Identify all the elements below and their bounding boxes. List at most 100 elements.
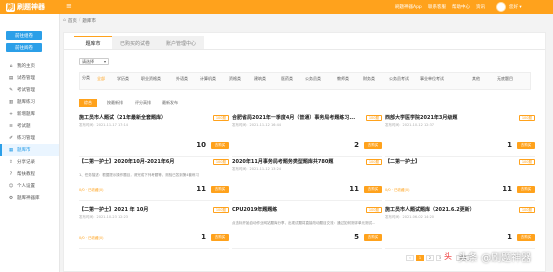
- sort-tab[interactable]: 评分高排: [131, 99, 155, 107]
- card-favorites: 0/0 · 已收藏(0): [385, 188, 410, 192]
- filter-category[interactable]: 无底题目: [490, 76, 520, 82]
- category-select[interactable]: 请选择 ▾: [79, 58, 109, 65]
- question-count-badge: 100题: [212, 207, 229, 213]
- card-title: 合肥省局2021年一季度4月（普通）事务局考题练习...: [232, 115, 356, 121]
- question-count-badge: 100题: [518, 115, 535, 121]
- category-select-value: 请选择: [82, 58, 94, 64]
- buy-button[interactable]: 去购买: [364, 234, 382, 241]
- topnav-service[interactable]: 联系客服: [428, 4, 446, 10]
- card-title: 施工员市人题试题库（2021.6.2更新）: [385, 207, 475, 213]
- sidebar-item[interactable]: ▦ 题库市: [0, 144, 59, 156]
- logo-icon: 刷: [6, 2, 15, 12]
- pagination-item[interactable]: 2: [426, 255, 434, 261]
- breadcrumb-home[interactable]: 首页: [68, 18, 77, 24]
- tab-question-market[interactable]: 题库市: [74, 36, 112, 50]
- watermark: 头 头条 @刷题神器: [441, 247, 551, 265]
- sidebar-item-label: 题库练习: [17, 100, 35, 105]
- sidebar-item-label: 我的主页: [17, 64, 35, 69]
- gear-icon: ⚙: [8, 195, 14, 201]
- sidebar-item[interactable]: ⌂ 我的主页: [0, 60, 59, 72]
- filter-category[interactable]: 建筑类: [245, 76, 275, 82]
- filter-category[interactable]: 职业资格类: [136, 76, 166, 82]
- sidebar-item[interactable]: ⚙ 题库神器库: [0, 192, 59, 204]
- share-icon: ⇪: [9, 159, 13, 165]
- card-title: 2020年11月事务局考题务类型题库共780题: [232, 159, 334, 165]
- sidebar-item[interactable]: ⇪ 分享记录: [0, 156, 59, 168]
- filter-category[interactable]: 计算机类: [193, 76, 223, 82]
- sidebar-item-label: 题库市: [17, 148, 31, 153]
- buy-button[interactable]: 去购买: [517, 186, 535, 193]
- plus-icon: +: [9, 111, 13, 117]
- logo[interactable]: 刷 刷题神器: [6, 2, 49, 12]
- filter-category[interactable]: 事业单位考试: [417, 76, 447, 82]
- question-count-badge: 100题: [212, 115, 229, 121]
- buy-button[interactable]: 去购买: [517, 234, 535, 241]
- book-icon: ▥: [8, 99, 14, 105]
- card-title: 【二第一护士】2021 年 10月: [79, 207, 149, 213]
- question-bank-card[interactable]: 施工员市人题试（21年最新全套题库） 100题 发布时间：2021-11-17 17…: [79, 114, 229, 157]
- card-count: 11: [502, 185, 512, 193]
- watermark-logo: 头: [441, 249, 455, 263]
- grade-exam-button[interactable]: 前往阅卷: [6, 43, 42, 52]
- question-bank-card[interactable]: 施工员市人题试题库（2021.6.2更新） 100题 发布时间：2021-06-02…: [385, 206, 535, 249]
- question-count-badge: 100题: [365, 115, 382, 121]
- question-count-badge: 100题: [365, 159, 382, 165]
- buy-button[interactable]: 去购买: [211, 186, 229, 193]
- card-count: 5: [354, 233, 359, 241]
- chevron-down-icon: ▾: [103, 59, 106, 64]
- buy-button[interactable]: 去购买: [364, 186, 382, 193]
- tab-divider: [64, 49, 545, 50]
- sidebar-item[interactable]: ? 帮扶教程: [0, 168, 59, 180]
- filter-category[interactable]: 其他: [461, 76, 491, 82]
- question-bank-card[interactable]: 【二第一护士】2021 年 10月 100题 发布时间：2021-10-23 12:…: [79, 206, 229, 249]
- question-bank-card[interactable]: 合肥省局2021年一季度4月（普通）事务局考题练习... 100题 发布时间：202…: [232, 114, 382, 157]
- buy-button[interactable]: 去购买: [364, 142, 382, 149]
- sidebar-item[interactable]: ✎ 考试管理: [0, 84, 59, 96]
- menu-icon[interactable]: ≡: [66, 3, 74, 10]
- buy-button[interactable]: 去购买: [211, 142, 229, 149]
- question-bank-card[interactable]: CPU2019年题题练 100题 点击标开始自动作业网站题库分享，出现试题将直接改动…: [232, 206, 382, 249]
- home-icon[interactable]: ⌂: [63, 18, 66, 23]
- help-icon: ?: [9, 171, 13, 177]
- sidebar-item[interactable]: + 新增题库: [0, 108, 59, 120]
- filter-category[interactable]: 学历类: [108, 76, 138, 82]
- question-bank-card[interactable]: 【二第一护士】 100题 0/0 · 已收藏(0) 11 去购买: [385, 158, 535, 201]
- tab-purchased-papers[interactable]: 已购买的试卷: [112, 36, 158, 50]
- question-bank-card[interactable]: 西部大学医学院2021年3月级题 100题 发布时间：2021-10-12 12:3…: [385, 114, 535, 157]
- avatar[interactable]: [496, 2, 506, 12]
- sidebar-item[interactable]: ≡ 考试题: [0, 120, 59, 132]
- topnav-help[interactable]: 帮助中心: [452, 4, 470, 10]
- topnav-app[interactable]: 刷题神器App: [395, 4, 422, 10]
- store-icon: ▦: [8, 147, 14, 153]
- sidebar-item[interactable]: ▥ 题库练习: [0, 96, 59, 108]
- filter-category[interactable]: 公务员考试: [384, 76, 414, 82]
- filter-category[interactable]: 财务类: [354, 76, 384, 82]
- card-date: 发布时间：2021-06-02 14:20: [385, 215, 435, 219]
- sidebar-item[interactable]: ✐ 练习管理: [0, 132, 59, 144]
- question-bank-card[interactable]: 2020年11月事务局考题务类型题库共780题 100题 发布时间：2021-11-…: [232, 158, 382, 201]
- compose-exam-button[interactable]: 前往组卷: [6, 31, 42, 40]
- sort-tab[interactable]: 最新发布: [158, 99, 182, 107]
- home-icon: ⌂: [9, 63, 13, 69]
- pagination-item[interactable]: ‹: [406, 255, 414, 261]
- tab-account-center[interactable]: 账户管理中心: [158, 36, 204, 50]
- topnav-news[interactable]: 资讯: [476, 4, 485, 10]
- question-count-badge: 100题: [365, 207, 382, 213]
- sidebar-item[interactable]: ☺ 个人设置: [0, 180, 59, 192]
- top-bar: [0, 0, 553, 14]
- document-icon: ▤: [8, 75, 14, 81]
- question-bank-card[interactable]: 【二第一护士】2020年10月-2021年6月 100题 1、任务描述：根据提示操作…: [79, 158, 229, 201]
- sort-tab[interactable]: 按最新排: [103, 99, 127, 107]
- sort-tab[interactable]: 综合: [79, 99, 97, 107]
- buy-button[interactable]: 去购买: [517, 142, 535, 149]
- card-favorites: 0/0 · 已收藏(0): [79, 236, 104, 240]
- buy-button[interactable]: 去购买: [211, 234, 229, 241]
- pagination-item[interactable]: 1: [416, 255, 424, 261]
- sidebar-item[interactable]: ▤ 试卷管理: [0, 72, 59, 84]
- card-date: 发布时间：2021-10-12 12:37: [385, 123, 435, 127]
- sidebar-item-label: 帮扶教程: [17, 172, 35, 177]
- sidebar-item-label: 考试题: [17, 124, 31, 129]
- filter-category[interactable]: 公务员类: [298, 76, 328, 82]
- card-title: 【二第一护士】: [385, 159, 421, 165]
- user-menu[interactable]: 您好 ▾: [509, 4, 522, 10]
